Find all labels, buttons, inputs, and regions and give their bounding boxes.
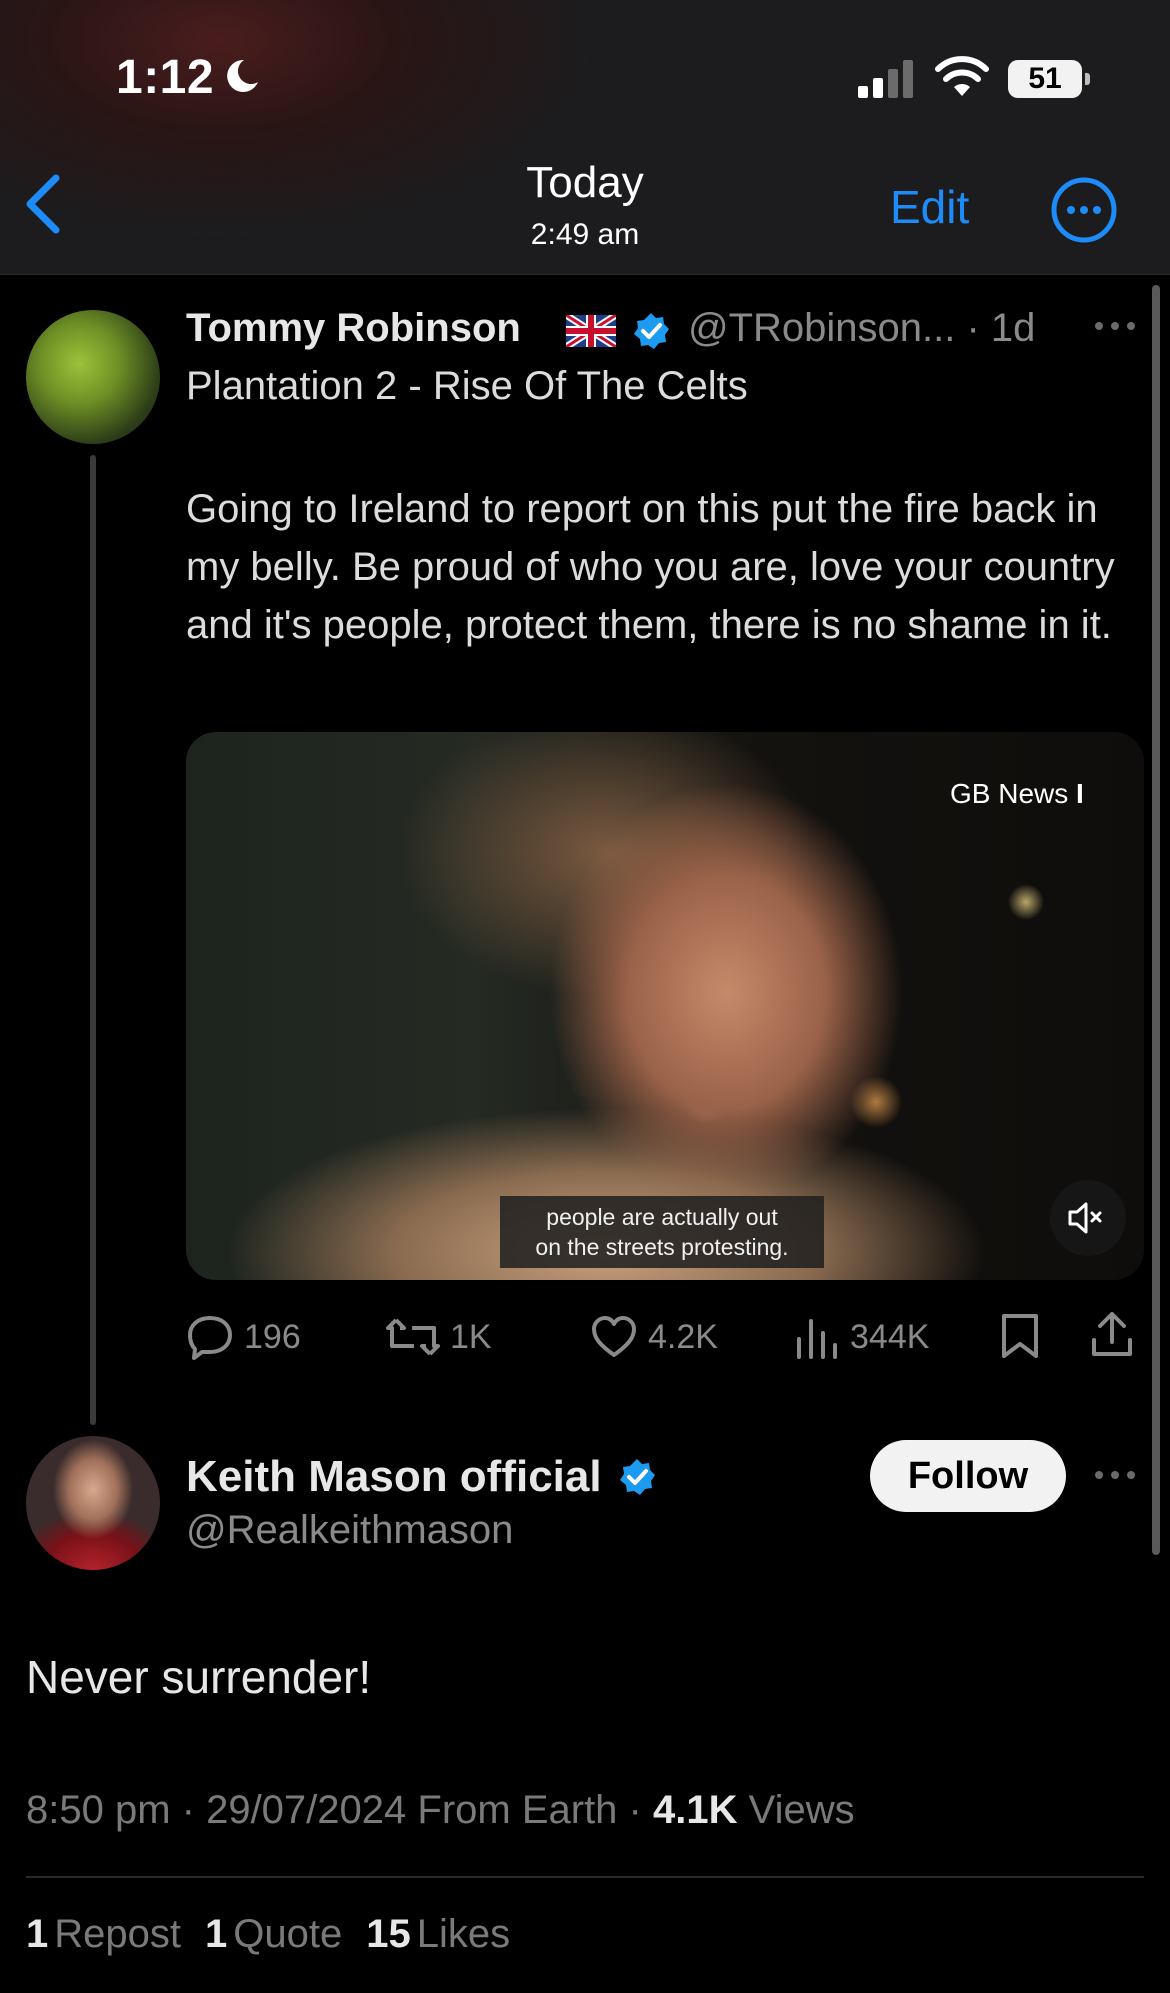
- like-count: 4.2K: [648, 1317, 718, 1356]
- tweet-more-icon[interactable]: [1092, 316, 1138, 336]
- tweet-headline: Plantation 2 - Rise Of The Celts: [186, 364, 748, 408]
- reply-author-avatar[interactable]: [26, 1436, 160, 1570]
- author-name[interactable]: Tommy Robinson: [186, 306, 521, 351]
- thread-line: [90, 455, 96, 1425]
- likes-stat[interactable]: 15 Likes: [366, 1912, 510, 1956]
- repost-icon: [386, 1318, 440, 1356]
- reply-count: 196: [244, 1317, 301, 1356]
- reply-action[interactable]: 196: [186, 1312, 301, 1362]
- reply-author-name[interactable]: Keith Mason official: [186, 1452, 602, 1502]
- cellular-signal-icon: [858, 60, 913, 98]
- status-time: 1:12: [116, 51, 215, 104]
- views-action[interactable]: 344K: [794, 1312, 929, 1362]
- more-options-icon[interactable]: [1050, 176, 1118, 244]
- bookmark-icon[interactable]: [1000, 1312, 1040, 1360]
- nav-subtitle: 2:49 am: [530, 218, 640, 251]
- reply-views-label: Views: [748, 1788, 855, 1832]
- scroll-indicator[interactable]: [1152, 285, 1160, 1555]
- engagement-stats: 1 Repost 1 Quote 15 Likes: [26, 1912, 510, 1957]
- battery-level: 51: [1008, 60, 1082, 98]
- author-avatar[interactable]: [26, 310, 160, 444]
- quotes-stat[interactable]: 1 Quote: [205, 1912, 342, 1956]
- heart-icon: [592, 1316, 636, 1357]
- mute-icon[interactable]: [1050, 1180, 1126, 1256]
- reposts-stat[interactable]: 1 Repost: [26, 1912, 181, 1956]
- share-icon[interactable]: [1090, 1310, 1134, 1358]
- views-count: 344K: [850, 1317, 930, 1356]
- uk-flag-icon: [566, 315, 616, 347]
- views-chart-icon: [797, 1319, 837, 1359]
- reply-author-handle: @Realkeithmason: [186, 1508, 514, 1552]
- nav-title: Today: [526, 158, 644, 207]
- reply-more-icon[interactable]: [1092, 1465, 1138, 1485]
- like-action[interactable]: 4.2K: [590, 1312, 718, 1362]
- reply-icon: [188, 1316, 232, 1360]
- video-watermark: GB News I: [950, 778, 1084, 809]
- reply-views-count: 4.1K: [652, 1788, 738, 1832]
- moon-icon: [227, 59, 258, 92]
- repost-action[interactable]: 1K: [386, 1312, 492, 1362]
- wifi-icon: [935, 56, 989, 96]
- back-chevron-icon[interactable]: [22, 172, 66, 236]
- caption-line-1: people are actually out: [546, 1204, 778, 1230]
- reply-timestamp: 8:50 pm · 29/07/2024 From Earth ·: [26, 1788, 653, 1832]
- battery-nub: [1085, 73, 1090, 85]
- reply-verified-badge-icon: [620, 1459, 655, 1495]
- battery-icon: 51: [1008, 60, 1090, 98]
- caption-line-2: on the streets protesting.: [535, 1234, 789, 1260]
- reply-meta: 8:50 pm · 29/07/2024 From Earth · 4.1K V…: [26, 1788, 855, 1833]
- repost-count: 1K: [450, 1317, 492, 1356]
- edit-button[interactable]: Edit: [890, 180, 969, 234]
- reply-body: Never surrender!: [26, 1651, 372, 1703]
- video-caption: people are actually out on the streets p…: [500, 1196, 824, 1268]
- follow-button[interactable]: Follow: [870, 1440, 1066, 1512]
- tweet-body: Going to Ireland to report on this put t…: [186, 487, 1115, 647]
- author-handle-time: @TRobinson... · 1d: [688, 306, 1036, 350]
- verified-badge-icon: [634, 313, 669, 349]
- divider: [26, 1876, 1144, 1878]
